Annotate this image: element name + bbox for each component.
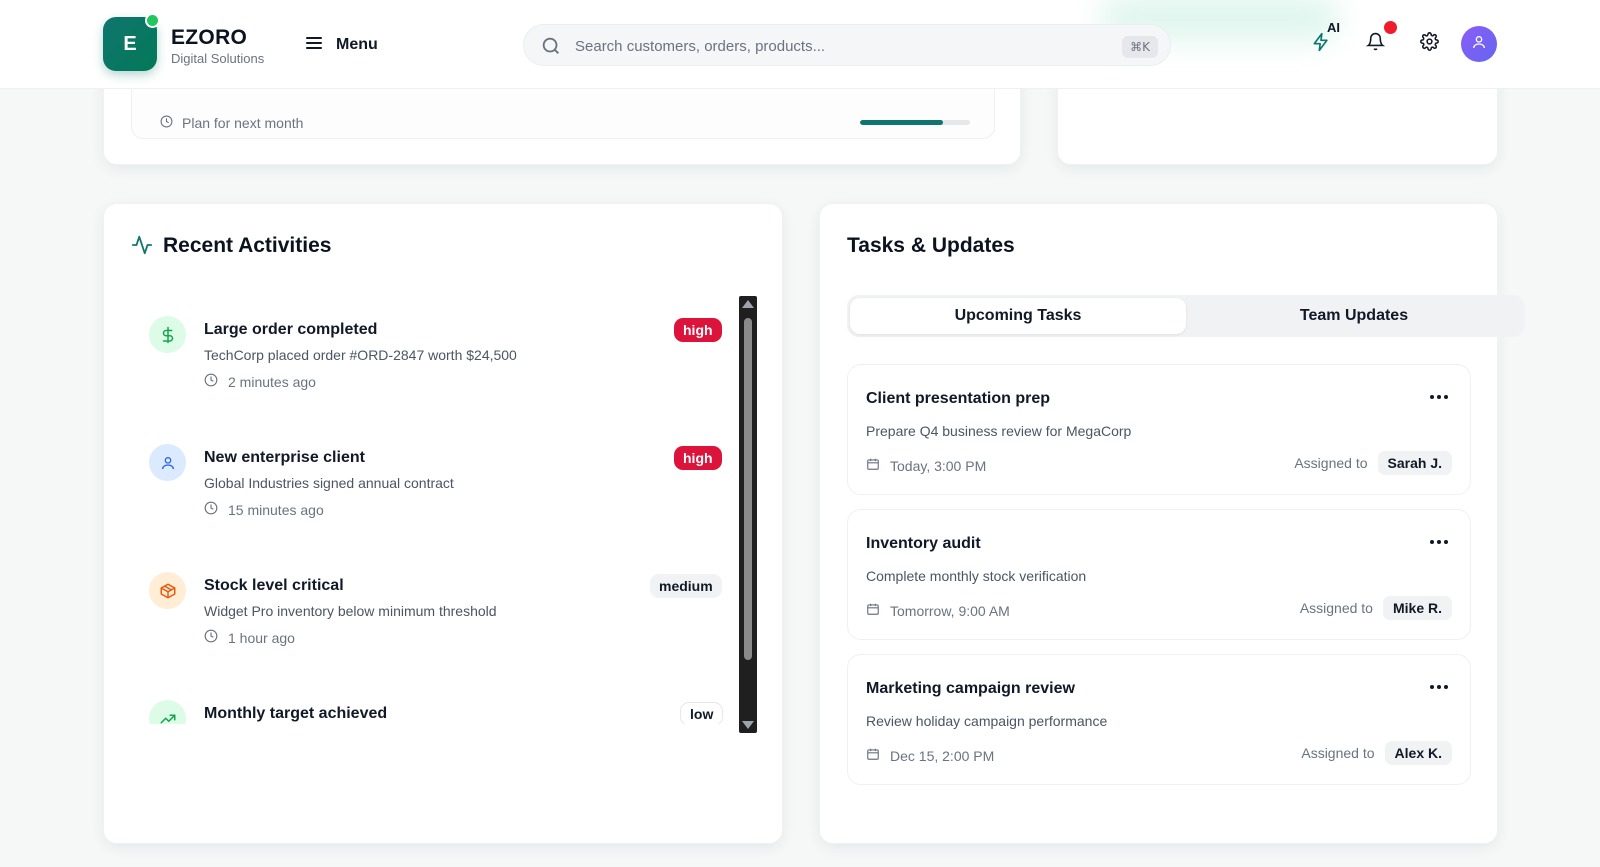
task-title: Client presentation prep [866, 390, 1051, 407]
activity-item[interactable]: Large order completed TechCorp placed or… [104, 294, 724, 414]
goal-meta: Plan for next month [160, 115, 303, 131]
more-options-icon[interactable] [1426, 677, 1452, 697]
activity-description: Global Industries signed annual contract [204, 475, 454, 491]
priority-badge: low [680, 702, 724, 724]
assignee-pill[interactable]: Sarah J. [1377, 451, 1452, 475]
assignee-pill[interactable]: Mike R. [1382, 596, 1452, 620]
priority-badge: medium [650, 574, 722, 598]
tasks-updates-title: Tasks & Updates [847, 234, 1015, 257]
dollar-icon [149, 316, 186, 353]
tab-upcoming-tasks[interactable]: Upcoming Tasks [850, 298, 1186, 334]
settings-button[interactable] [1414, 29, 1444, 59]
clock-icon [204, 501, 218, 518]
gear-icon [1419, 32, 1439, 56]
ai-badge: AI [1327, 20, 1340, 35]
clock-icon [204, 373, 218, 390]
task-due-date: Dec 15, 2:00 PM [866, 747, 994, 764]
search-input[interactable] [575, 34, 1095, 58]
recent-activities-card: Recent Activities Large order completed … [103, 203, 783, 844]
package-icon [149, 572, 186, 609]
priority-badge: high [674, 446, 722, 470]
bolt-icon [1311, 32, 1331, 57]
calendar-icon [866, 747, 880, 764]
calendar-icon [866, 602, 880, 619]
goal-meta-text: Plan for next month [182, 115, 304, 131]
tab-team-updates[interactable]: Team Updates [1186, 298, 1522, 334]
user-avatar[interactable] [1461, 26, 1497, 62]
menu-button[interactable]: Menu [306, 32, 378, 58]
activity-title: Stock level critical [204, 577, 344, 594]
search-shortcut: ⌘K [1122, 36, 1158, 58]
task-assignment: Assigned to Alex K. [1301, 741, 1452, 765]
activity-list: Large order completed TechCorp placed or… [104, 294, 744, 724]
activity-time: 2 minutes ago [204, 373, 316, 390]
scroll-thumb[interactable] [744, 318, 752, 660]
activity-time: 1 hour ago [204, 629, 295, 646]
activity-title: Monthly target achieved [204, 705, 388, 722]
task-assignment: Assigned to Sarah J. [1294, 451, 1452, 475]
tasks-updates-card: Tasks & Updates Upcoming Tasks Team Upda… [819, 203, 1525, 844]
activity-time: 15 minutes ago [204, 501, 324, 518]
scroll-down-arrow[interactable] [742, 721, 754, 729]
activity-pulse-icon [131, 234, 153, 261]
task-title: Marketing campaign review [866, 680, 1075, 697]
notifications-button[interactable] [1360, 29, 1390, 59]
goal-progress-bar [860, 120, 970, 125]
task-card[interactable]: Inventory audit Complete monthly stock v… [847, 509, 1471, 640]
notification-dot [1384, 21, 1397, 34]
goal-progress-fill [860, 120, 943, 125]
trending-up-icon [149, 700, 186, 724]
task-description: Prepare Q4 business review for MegaCorp [866, 423, 1132, 439]
task-card[interactable]: Client presentation prep Prepare Q4 busi… [847, 364, 1471, 495]
task-title: Inventory audit [866, 535, 981, 552]
activity-title: New enterprise client [204, 449, 365, 466]
assignee-pill[interactable]: Alex K. [1384, 741, 1452, 765]
brand-subtitle: Digital Solutions [171, 51, 265, 66]
hamburger-icon [306, 36, 322, 55]
clock-icon [204, 629, 218, 646]
calendar-icon [866, 457, 880, 474]
task-due-date: Tomorrow, 9:00 AM [866, 602, 1010, 619]
tasks-tabs: Upcoming Tasks Team Updates [847, 295, 1525, 337]
activity-description: TechCorp placed order #ORD-2847 worth $2… [204, 347, 517, 363]
task-description: Complete monthly stock verification [866, 568, 1087, 584]
priority-badge: high [674, 318, 722, 342]
top-bar: E EZORO Digital Solutions Menu ⌘K AI [0, 0, 1600, 89]
task-due-date: Today, 3:00 PM [866, 457, 986, 474]
activity-item[interactable]: Stock level critical Widget Pro inventor… [104, 550, 724, 670]
scroll-up-arrow[interactable] [742, 300, 754, 308]
task-assignment: Assigned to Mike R. [1300, 596, 1452, 620]
recent-activities-title: Recent Activities [163, 234, 332, 257]
online-status-dot [145, 13, 160, 28]
menu-label: Menu [336, 36, 378, 53]
clock-icon [160, 115, 173, 131]
more-options-icon[interactable] [1426, 387, 1452, 407]
activity-description: Widget Pro inventory below minimum thres… [204, 603, 497, 619]
search-bar[interactable]: ⌘K [523, 24, 1171, 66]
activity-item[interactable]: Monthly target achieved low [104, 678, 724, 724]
activity-item[interactable]: New enterprise client Global Industries … [104, 422, 724, 542]
user-icon [1471, 34, 1487, 55]
task-card[interactable]: Marketing campaign review Review holiday… [847, 654, 1471, 785]
task-description: Review holiday campaign performance [866, 713, 1108, 729]
activity-title: Large order completed [204, 321, 378, 338]
user-icon [149, 444, 186, 481]
search-icon [540, 35, 562, 62]
bell-icon [1365, 32, 1385, 56]
brand-name: EZORO [171, 26, 248, 49]
activity-scrollbar[interactable] [739, 296, 757, 733]
more-options-icon[interactable] [1426, 532, 1452, 552]
